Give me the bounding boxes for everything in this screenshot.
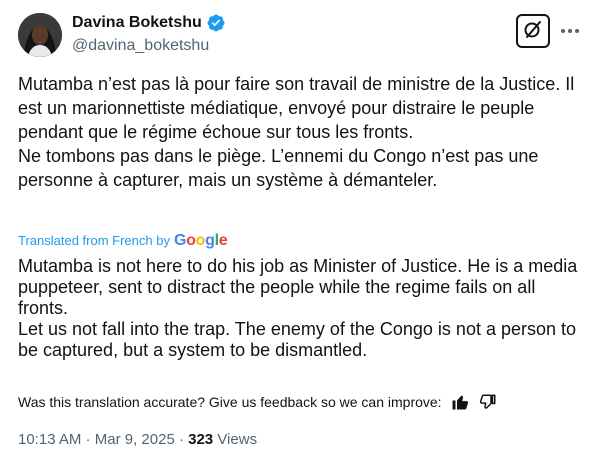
thumbs-down-icon[interactable] xyxy=(478,392,498,412)
more-icon xyxy=(560,21,580,39)
translated-tweet-text: Mutamba is not here to do his job as Min… xyxy=(18,256,578,361)
translated-paragraph: Let us not fall into the trap. The enemy… xyxy=(18,319,577,360)
google-logo: Google xyxy=(173,232,228,249)
translation-attribution: Translated from French by Google xyxy=(18,232,228,250)
avatar[interactable] xyxy=(18,13,62,57)
author-name-row: Davina Boketshu xyxy=(72,13,226,33)
translated-paragraph: Mutamba is not here to do his job as Min… xyxy=(18,256,578,318)
tweet-date[interactable]: Mar 9, 2025 xyxy=(95,431,175,448)
views-count[interactable]: 323 xyxy=(188,431,213,448)
feedback-prompt: Was this translation accurate? Give us f… xyxy=(18,394,442,410)
tweet-time[interactable]: 10:13 AM xyxy=(18,431,81,448)
translated-from-label[interactable]: Translated from French by xyxy=(18,232,170,250)
thumbs-up-icon[interactable] xyxy=(450,392,470,412)
author-display-name[interactable]: Davina Boketshu xyxy=(72,13,202,33)
original-paragraph: Mutamba n’est pas là pour faire son trav… xyxy=(18,74,575,142)
author-handle[interactable]: @davina_boketshu xyxy=(72,36,209,56)
original-paragraph: Ne tombons pas dans le piège. L’ennemi d… xyxy=(18,146,539,190)
original-tweet-text: Mutamba n’est pas là pour faire son trav… xyxy=(18,72,578,192)
translation-feedback: Was this translation accurate? Give us f… xyxy=(18,392,498,412)
meta-separator: · xyxy=(81,431,95,448)
tweet-meta: 10:13 AM · Mar 9, 2025 · 323 Views xyxy=(18,430,257,450)
views-label: Views xyxy=(213,431,258,448)
grok-button[interactable] xyxy=(516,14,550,48)
tweet: Davina Boketshu @davina_boketshu Mutamba… xyxy=(0,0,598,454)
grok-icon xyxy=(522,18,544,45)
meta-separator: · xyxy=(174,431,189,448)
more-button[interactable] xyxy=(558,18,582,42)
verified-badge-icon xyxy=(206,13,226,33)
